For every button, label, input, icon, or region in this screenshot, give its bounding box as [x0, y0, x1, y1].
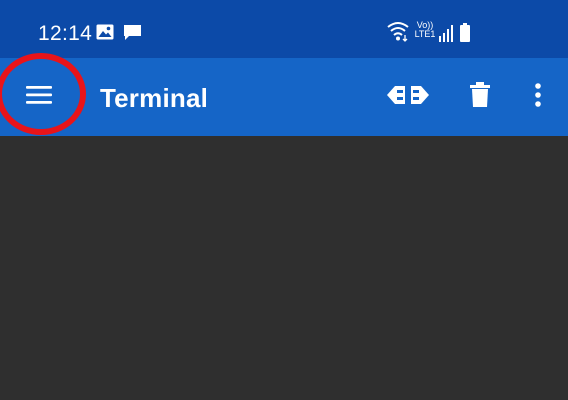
hamburger-menu-icon — [25, 84, 53, 111]
message-icon — [123, 24, 142, 47]
more-options-button[interactable] — [524, 76, 552, 118]
wifi-icon — [386, 20, 410, 47]
trash-icon — [469, 81, 491, 113]
terminal-output-area[interactable] — [0, 136, 568, 400]
status-bar: 12:14 Vo)) LTE1 — [0, 0, 568, 58]
app-bar: Terminal — [0, 58, 568, 136]
hamburger-menu-button[interactable] — [18, 75, 60, 119]
volte-label: Vo)) LTE1 — [413, 21, 437, 39]
app-title: Terminal — [100, 83, 209, 113]
connect-icon — [385, 82, 431, 113]
more-vert-icon — [534, 82, 542, 113]
volte-label-bottom: LTE1 — [414, 29, 436, 39]
battery-icon — [459, 23, 471, 48]
status-time: 12:14 — [38, 22, 93, 45]
signal-icon — [438, 24, 454, 47]
connect-button[interactable] — [383, 76, 433, 118]
image-icon — [96, 24, 114, 45]
delete-button[interactable] — [462, 76, 498, 118]
